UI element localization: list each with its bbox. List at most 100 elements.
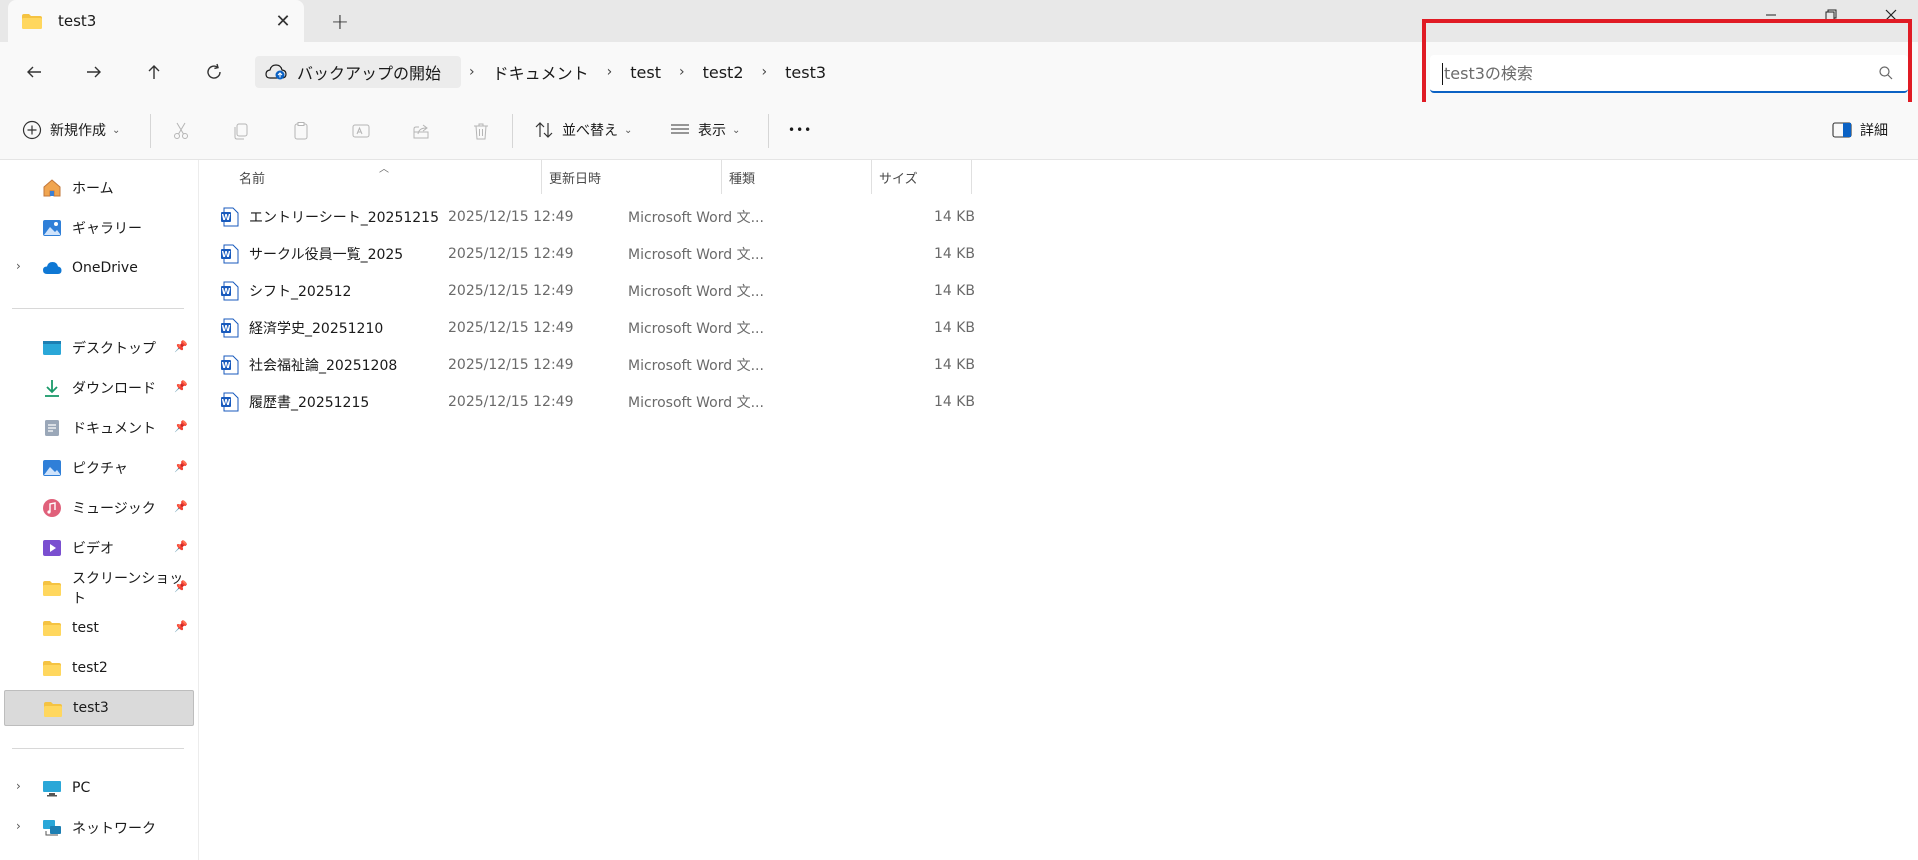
chevron-right-icon[interactable]: › xyxy=(16,779,21,793)
gallery-icon xyxy=(43,220,61,236)
pin-icon[interactable]: 📌 xyxy=(174,460,188,473)
new-label: 新規作成 xyxy=(50,123,106,139)
tab-title: test3 xyxy=(58,12,97,30)
refresh-button[interactable] xyxy=(196,56,232,88)
chevron-right-icon[interactable]: › xyxy=(16,259,21,273)
sidebar-item-test3[interactable]: test3 xyxy=(4,690,194,726)
sidebar-item-network[interactable]: › ネットワーク xyxy=(4,810,194,846)
file-name: 社会福祉論_20251208 xyxy=(249,357,398,374)
breadcrumb-separator[interactable]: › xyxy=(671,64,693,80)
column-divider[interactable] xyxy=(871,160,872,194)
svg-text:W: W xyxy=(222,213,231,222)
pin-icon[interactable]: 📌 xyxy=(174,540,188,553)
sidebar-item-label: ダウンロード xyxy=(72,381,156,397)
up-button[interactable] xyxy=(136,56,172,88)
sidebar-item-onedrive[interactable]: › OneDrive xyxy=(4,250,194,286)
sidebar-item-label: ドキュメント xyxy=(72,421,156,437)
file-date: 2025/12/15 12:49 xyxy=(448,356,574,373)
refresh-icon xyxy=(207,63,221,79)
sidebar-item-test[interactable]: test 📌 xyxy=(4,610,194,646)
copy-icon xyxy=(234,123,248,140)
breadcrumb-documents[interactable]: ドキュメント xyxy=(483,60,599,84)
file-size: 14 KB xyxy=(933,393,975,410)
divider xyxy=(768,114,769,148)
sidebar-item-gallery[interactable]: ギャラリー xyxy=(4,210,194,246)
new-tab-button[interactable]: + xyxy=(326,10,354,35)
pin-icon[interactable]: 📌 xyxy=(174,500,188,513)
column-header-size[interactable]: サイズ xyxy=(879,160,918,194)
copy-button[interactable] xyxy=(226,116,256,146)
breadcrumb-separator[interactable]: › xyxy=(599,64,621,80)
computer-icon xyxy=(43,781,61,797)
backup-button[interactable]: バックアップの開始 xyxy=(255,56,462,88)
clipboard-icon xyxy=(294,122,308,140)
sidebar-item-screenshots[interactable]: スクリーンショット 📌 xyxy=(4,570,194,607)
delete-button[interactable] xyxy=(466,116,496,146)
sidebar-item-pc[interactable]: › PC xyxy=(4,770,194,806)
details-button[interactable]: 詳細 xyxy=(1832,114,1888,146)
pin-icon[interactable]: 📌 xyxy=(174,340,188,353)
column-header-date[interactable]: 更新日時 xyxy=(549,160,601,194)
rename-button[interactable] xyxy=(346,116,376,146)
trash-icon xyxy=(474,123,488,140)
word-document-icon: W xyxy=(221,207,239,227)
file-name: サークル役員一覧_2025 xyxy=(249,246,404,263)
chevron-right-icon[interactable]: › xyxy=(16,819,21,833)
file-name: エントリーシート_20251215 xyxy=(249,209,439,226)
file-row[interactable]: W サークル役員一覧_2025 2025/12/15 12:49 Microso… xyxy=(213,235,975,272)
file-size: 14 KB xyxy=(933,319,975,336)
breadcrumb-test[interactable]: test xyxy=(620,63,671,82)
column-divider[interactable] xyxy=(971,160,972,194)
word-document-icon: W xyxy=(221,318,239,338)
file-row[interactable]: W 経済学史_20251210 2025/12/15 12:49 Microso… xyxy=(213,309,975,346)
sidebar-item-videos[interactable]: ビデオ 📌 xyxy=(4,530,194,566)
sidebar-item-music[interactable]: ミュージック 📌 xyxy=(4,490,194,526)
sort-button[interactable]: 並べ替え ⌄ xyxy=(534,114,632,146)
music-icon xyxy=(43,499,61,517)
column-header-name[interactable]: 名前 xyxy=(239,160,265,194)
divider xyxy=(12,748,184,749)
close-tab-icon[interactable]: ✕ xyxy=(272,10,294,32)
cut-button[interactable] xyxy=(166,116,196,146)
paste-button[interactable] xyxy=(286,116,316,146)
tab-test3[interactable]: test3 ✕ xyxy=(8,0,304,42)
breadcrumb-separator[interactable]: › xyxy=(461,64,483,80)
sidebar-item-label: test xyxy=(72,620,99,636)
back-button[interactable] xyxy=(16,56,52,88)
sidebar-item-home[interactable]: ホーム xyxy=(4,170,194,206)
file-row[interactable]: W エントリーシート_20251215 2025/12/15 12:49 Mic… xyxy=(213,198,975,235)
column-divider[interactable] xyxy=(721,160,722,194)
share-button[interactable] xyxy=(406,116,436,146)
sidebar-item-label: ミュージック xyxy=(72,501,156,517)
file-type: Microsoft Word 文... xyxy=(628,246,764,263)
sidebar-item-test2[interactable]: test2 xyxy=(4,650,194,686)
pin-icon[interactable]: 📌 xyxy=(174,620,188,633)
sidebar-item-desktop[interactable]: デスクトップ 📌 xyxy=(4,330,194,366)
cloud-icon xyxy=(43,262,62,274)
sidebar-item-label: ギャラリー xyxy=(72,221,142,237)
column-divider[interactable] xyxy=(541,160,542,194)
file-row[interactable]: W シフト_202512 2025/12/15 12:49 Microsoft … xyxy=(213,272,975,309)
sidebar-item-label: ホーム xyxy=(72,181,114,197)
sidebar-item-pictures[interactable]: ピクチャ 📌 xyxy=(4,450,194,486)
forward-button[interactable] xyxy=(76,56,112,88)
folder-icon xyxy=(43,621,61,636)
file-type: Microsoft Word 文... xyxy=(628,320,764,337)
breadcrumb-test2[interactable]: test2 xyxy=(693,63,754,82)
pin-icon[interactable]: 📌 xyxy=(174,420,188,433)
sidebar-item-documents[interactable]: ドキュメント 📌 xyxy=(4,410,194,446)
more-options-button[interactable]: ••• xyxy=(788,114,812,146)
column-header-type[interactable]: 種類 xyxy=(729,160,755,194)
pin-icon[interactable]: 📌 xyxy=(174,580,188,593)
sidebar-item-downloads[interactable]: ダウンロード 📌 xyxy=(4,370,194,406)
new-button[interactable]: 新規作成 ⌄ xyxy=(22,114,120,146)
view-button[interactable]: 表示 ⌄ xyxy=(670,114,740,146)
pin-icon[interactable]: 📌 xyxy=(174,380,188,393)
file-name: 履歴書_20251215 xyxy=(249,394,370,411)
breadcrumb-separator[interactable]: › xyxy=(754,64,776,80)
file-list: ︿ 名前 更新日時 種類 サイズ W エントリーシート_20251215 202… xyxy=(198,160,1918,860)
file-type: Microsoft Word 文... xyxy=(628,394,764,411)
file-row[interactable]: W 社会福祉論_20251208 2025/12/15 12:49 Micros… xyxy=(213,346,975,383)
breadcrumb-test3[interactable]: test3 xyxy=(775,63,836,82)
file-row[interactable]: W 履歴書_20251215 2025/12/15 12:49 Microsof… xyxy=(213,383,975,420)
